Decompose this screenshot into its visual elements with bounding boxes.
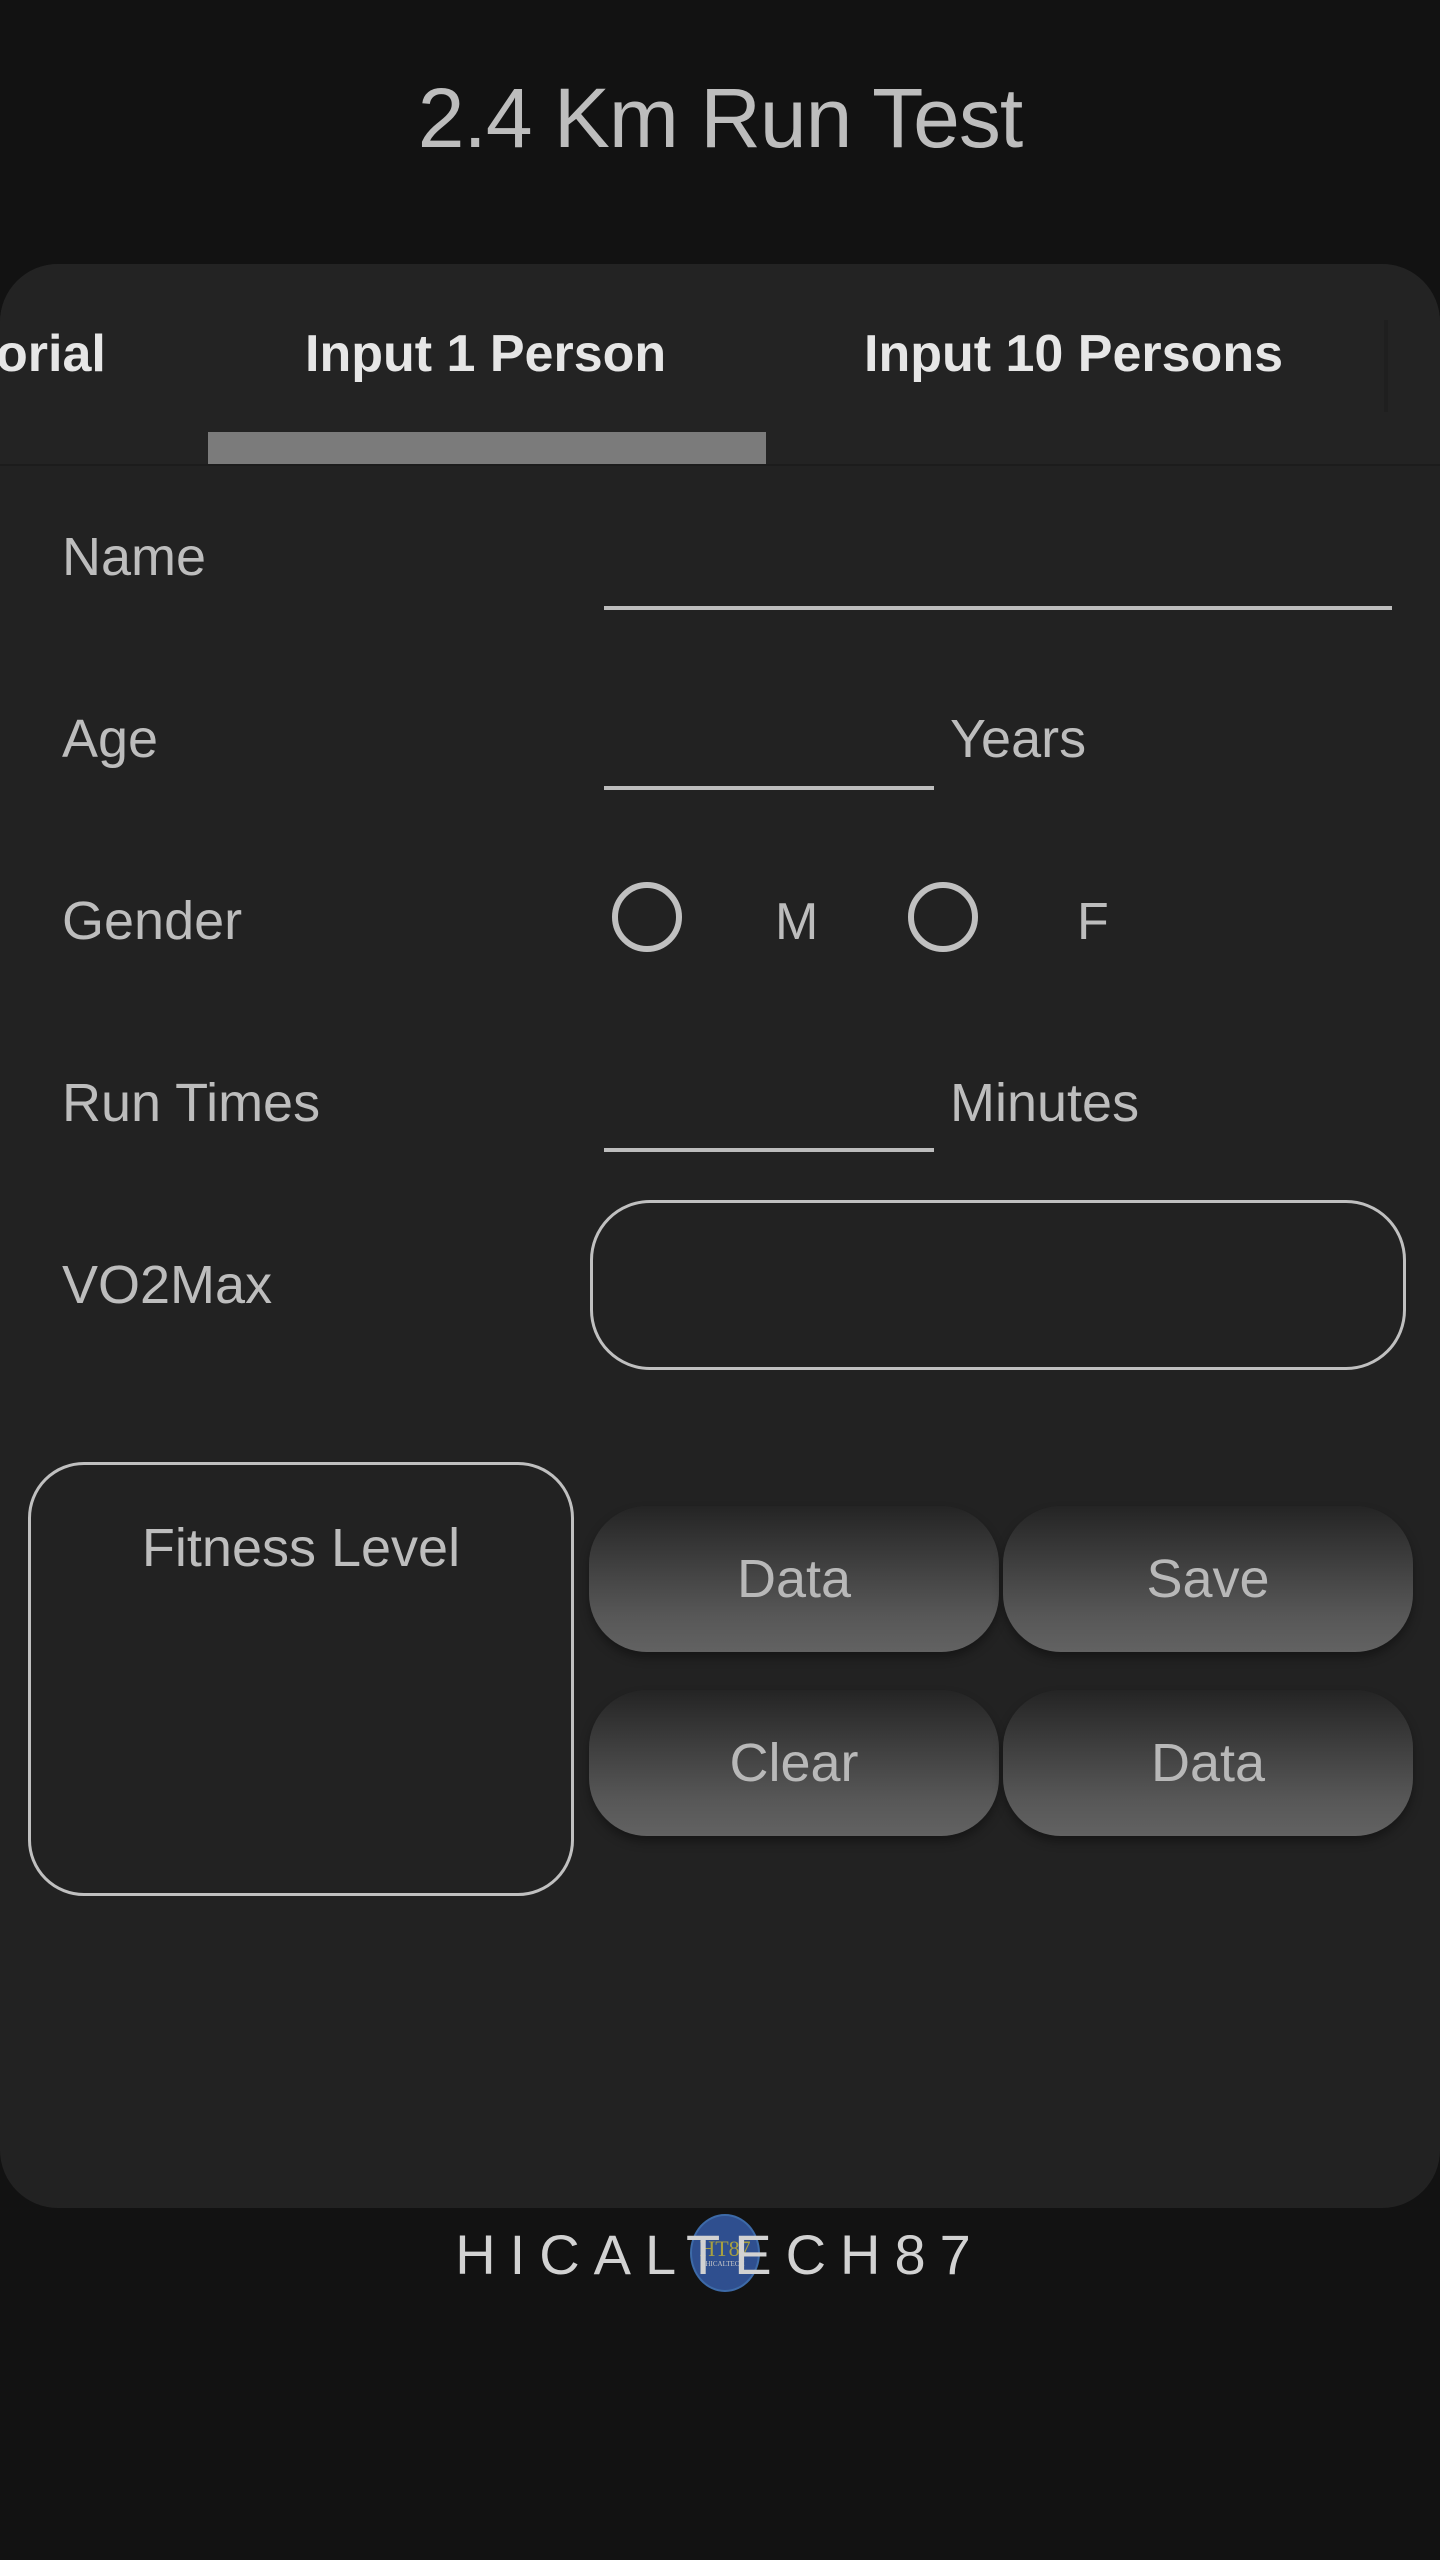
run-times-input[interactable] <box>604 1086 934 1152</box>
gender-label: Gender <box>62 891 243 951</box>
age-input[interactable] <box>604 724 934 790</box>
fitness-level-title: Fitness Level <box>141 1518 461 1578</box>
gender-male-label: M <box>775 893 819 951</box>
page-title: 2.4 Km Run Test <box>417 71 1023 165</box>
name-label: Name <box>62 527 207 587</box>
name-input[interactable] <box>604 544 1392 610</box>
data-button-bottom[interactable]: Data <box>1003 1690 1413 1836</box>
clear-button[interactable]: Clear <box>589 1690 999 1836</box>
run-times-unit: Minutes <box>950 1073 1140 1133</box>
vo2max-label: VO2Max <box>62 1255 273 1315</box>
tab-tutorial[interactable]: orial <box>0 324 106 384</box>
gender-female-radio[interactable] <box>908 882 978 952</box>
fitness-level-box: Fitness Level <box>28 1462 574 1896</box>
form-card: orial Input 1 Person Input 10 Persons Na… <box>0 264 1440 2208</box>
run-times-label: Run Times <box>62 1073 321 1133</box>
tab-divider <box>1384 320 1388 412</box>
tab-bar: orial Input 1 Person Input 10 Persons <box>0 264 1440 466</box>
data-button-top[interactable]: Data <box>589 1506 999 1652</box>
vo2max-output <box>590 1200 1406 1370</box>
age-label: Age <box>62 709 159 769</box>
gender-female-label: F <box>1077 893 1109 951</box>
save-button[interactable]: Save <box>1003 1506 1413 1652</box>
tab-input-1-person[interactable]: Input 1 Person <box>305 324 666 384</box>
footer-brand: HICALTECH87 <box>455 2223 985 2286</box>
gender-male-radio[interactable] <box>612 882 682 952</box>
footer: HT87 HICALTECH HICALTECH87 <box>0 2214 1440 2292</box>
active-tab-indicator <box>208 432 766 464</box>
tab-input-10-persons[interactable]: Input 10 Persons <box>864 324 1283 384</box>
age-unit: Years <box>950 709 1087 769</box>
